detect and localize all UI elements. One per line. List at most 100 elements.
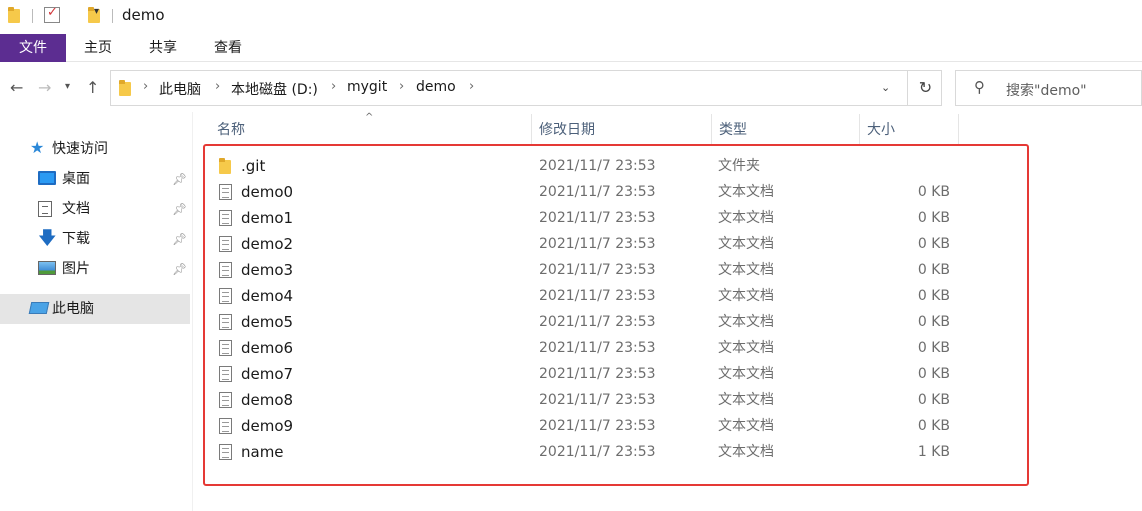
title-bar: ▾ demo bbox=[0, 0, 1142, 32]
chevron-right-icon[interactable]: › bbox=[469, 79, 474, 94]
breadcrumb-demo[interactable]: demo bbox=[416, 79, 456, 95]
file-type: 文本文档 bbox=[718, 444, 774, 460]
text-file-icon bbox=[219, 314, 232, 330]
folder-icon bbox=[219, 158, 232, 174]
chevron-right-icon[interactable]: › bbox=[331, 79, 336, 94]
file-type: 文本文档 bbox=[718, 288, 774, 304]
file-modified: 2021/11/7 23:53 bbox=[539, 444, 656, 460]
window-title: demo bbox=[122, 6, 165, 24]
file-row-git[interactable]: .git 2021/11/7 23:53 文件夹 bbox=[193, 153, 1142, 179]
column-header-modified[interactable]: 修改日期 bbox=[531, 112, 711, 144]
pin-icon[interactable]: 📌︎ bbox=[172, 164, 187, 194]
documents-icon bbox=[38, 201, 52, 217]
text-file-icon bbox=[219, 210, 232, 226]
chevron-right-icon[interactable]: › bbox=[215, 79, 220, 94]
nav-label: 桌面 bbox=[62, 171, 90, 187]
column-divider[interactable] bbox=[958, 114, 959, 144]
file-name: demo4 bbox=[241, 287, 294, 305]
nav-item-documents[interactable]: 文档 📌︎ bbox=[0, 194, 190, 224]
chevron-right-icon[interactable]: › bbox=[399, 79, 404, 94]
file-list: ^ 名称 修改日期 类型 大小 .git 2021/11/7 23:53 文件夹… bbox=[193, 112, 1142, 511]
file-modified: 2021/11/7 23:53 bbox=[539, 418, 656, 434]
file-name: demo2 bbox=[241, 235, 294, 253]
file-type: 文件夹 bbox=[718, 158, 760, 174]
file-size: 0 KB bbox=[917, 236, 950, 252]
text-file-icon bbox=[219, 444, 232, 460]
nav-item-desktop[interactable]: 桌面 📌︎ bbox=[0, 164, 190, 194]
file-type: 文本文档 bbox=[718, 314, 774, 330]
tab-home[interactable]: 主页 bbox=[66, 34, 130, 62]
pin-icon[interactable]: 📌︎ bbox=[172, 194, 187, 224]
nav-item-pictures[interactable]: 图片 📌︎ bbox=[0, 254, 190, 284]
file-type: 文本文档 bbox=[718, 418, 774, 434]
file-modified: 2021/11/7 23:53 bbox=[539, 262, 656, 278]
address-history-chevron-down-icon[interactable]: ⌄ bbox=[881, 81, 890, 94]
file-row[interactable]: demo1 2021/11/7 23:53 文本文档 0 KB bbox=[193, 205, 1142, 231]
file-size: 0 KB bbox=[917, 314, 950, 330]
computer-icon bbox=[28, 302, 50, 314]
navigation-bar: ← → ▾ ↑ › 此电脑 › 本地磁盘 (D:) › mygit › demo… bbox=[0, 68, 1142, 108]
column-header-size[interactable]: 大小 bbox=[859, 112, 958, 144]
chevron-right-icon[interactable]: › bbox=[143, 79, 148, 94]
file-name: demo5 bbox=[241, 313, 294, 331]
navigation-pane: ★ 快速访问 桌面 📌︎ 文档 📌︎ 🡇 下载 📌︎ 图片 📌︎ 此电脑 bbox=[0, 112, 192, 511]
tab-file[interactable]: 文件 bbox=[0, 34, 66, 62]
tab-share[interactable]: 共享 bbox=[130, 34, 196, 62]
breadcrumb-this-pc[interactable]: 此电脑 bbox=[159, 79, 201, 99]
recent-locations-chevron-down-icon[interactable]: ▾ bbox=[65, 81, 70, 92]
file-modified: 2021/11/7 23:53 bbox=[539, 288, 656, 304]
file-size: 0 KB bbox=[917, 184, 950, 200]
file-row[interactable]: demo6 2021/11/7 23:53 文本文档 0 KB bbox=[193, 335, 1142, 361]
refresh-icon[interactable]: ↻ bbox=[907, 71, 943, 105]
file-type: 文本文档 bbox=[718, 262, 774, 278]
file-modified: 2021/11/7 23:53 bbox=[539, 392, 656, 408]
back-arrow-icon[interactable]: ← bbox=[10, 78, 23, 97]
breadcrumb-mygit[interactable]: mygit bbox=[347, 79, 387, 95]
file-type: 文本文档 bbox=[718, 340, 774, 356]
file-name: demo3 bbox=[241, 261, 294, 279]
column-header-name[interactable]: 名称 bbox=[209, 112, 531, 144]
text-file-icon bbox=[219, 236, 232, 252]
pin-icon[interactable]: 📌︎ bbox=[172, 224, 187, 254]
folder-icon bbox=[8, 7, 21, 23]
column-header-type[interactable]: 类型 bbox=[711, 112, 859, 144]
file-name: demo0 bbox=[241, 183, 294, 201]
file-type: 文本文档 bbox=[718, 236, 774, 252]
desktop-icon bbox=[38, 171, 56, 185]
file-modified: 2021/11/7 23:53 bbox=[539, 366, 656, 382]
nav-label: 下载 bbox=[62, 231, 90, 247]
file-row[interactable]: demo7 2021/11/7 23:53 文本文档 0 KB bbox=[193, 361, 1142, 387]
search-box[interactable]: ⚲ 搜索"demo" bbox=[955, 70, 1142, 106]
file-row[interactable]: name 2021/11/7 23:53 文本文档 1 KB bbox=[193, 439, 1142, 465]
file-row[interactable]: demo3 2021/11/7 23:53 文本文档 0 KB bbox=[193, 257, 1142, 283]
file-row[interactable]: demo9 2021/11/7 23:53 文本文档 0 KB bbox=[193, 413, 1142, 439]
file-row[interactable]: demo2 2021/11/7 23:53 文本文档 0 KB bbox=[193, 231, 1142, 257]
nav-quick-access[interactable]: ★ 快速访问 bbox=[0, 134, 190, 164]
nav-this-pc[interactable]: 此电脑 bbox=[0, 294, 190, 324]
properties-icon[interactable] bbox=[44, 5, 60, 23]
file-name: demo6 bbox=[241, 339, 294, 357]
pin-icon[interactable]: 📌︎ bbox=[172, 254, 187, 284]
text-file-icon bbox=[219, 184, 232, 200]
forward-arrow-icon[interactable]: → bbox=[38, 78, 51, 97]
up-arrow-icon[interactable]: ↑ bbox=[86, 78, 99, 97]
divider bbox=[32, 9, 33, 23]
star-icon: ★ bbox=[30, 138, 45, 157]
file-row[interactable]: demo5 2021/11/7 23:53 文本文档 0 KB bbox=[193, 309, 1142, 335]
nav-item-downloads[interactable]: 🡇 下载 📌︎ bbox=[0, 224, 190, 254]
address-bar[interactable]: › 此电脑 › 本地磁盘 (D:) › mygit › demo › ⌄ ↻ bbox=[110, 70, 942, 106]
file-size: 0 KB bbox=[917, 210, 950, 226]
file-row[interactable]: demo4 2021/11/7 23:53 文本文档 0 KB bbox=[193, 283, 1142, 309]
nav-label: 此电脑 bbox=[52, 301, 94, 317]
ribbon: 文件 主页 共享 查看 bbox=[0, 34, 1142, 62]
file-row[interactable]: demo8 2021/11/7 23:53 文本文档 0 KB bbox=[193, 387, 1142, 413]
file-row[interactable]: demo0 2021/11/7 23:53 文本文档 0 KB bbox=[193, 179, 1142, 205]
file-modified: 2021/11/7 23:53 bbox=[539, 236, 656, 252]
breadcrumb-drive-d[interactable]: 本地磁盘 (D:) bbox=[231, 79, 318, 99]
divider bbox=[112, 9, 113, 23]
file-type: 文本文档 bbox=[718, 392, 774, 408]
text-file-icon bbox=[219, 262, 232, 278]
tab-view[interactable]: 查看 bbox=[196, 34, 260, 62]
file-modified: 2021/11/7 23:53 bbox=[539, 314, 656, 330]
quick-access-dropdown-icon[interactable]: ▾ bbox=[94, 6, 99, 17]
